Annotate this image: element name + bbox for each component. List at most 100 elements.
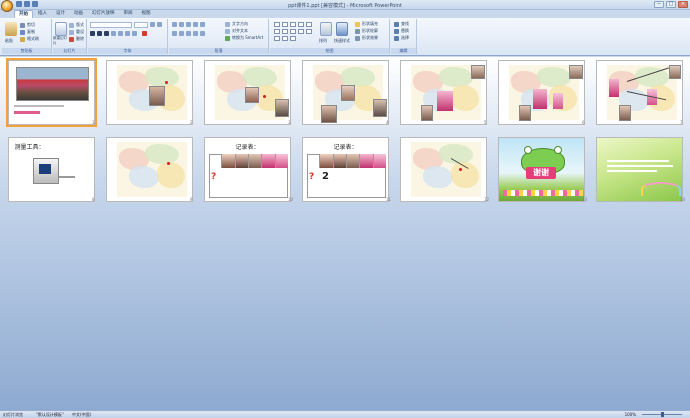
font-group: 字体: [88, 19, 168, 54]
paint-bucket-icon: [355, 21, 360, 27]
dancer-figure: [373, 154, 386, 168]
shape-gallery-item[interactable]: [298, 22, 304, 27]
find-button[interactable]: 查找: [394, 21, 409, 27]
slide-thumbnail[interactable]: [106, 137, 193, 202]
shrink-font-icon[interactable]: [157, 22, 162, 27]
italic-icon[interactable]: [97, 31, 102, 36]
slide-number: 14: [680, 197, 686, 202]
bullets-icon[interactable]: [172, 22, 177, 27]
slide-thumbnail[interactable]: [400, 60, 487, 125]
font-color-icon[interactable]: [142, 31, 147, 36]
close-button[interactable]: ×: [678, 1, 688, 8]
shape-effects-button[interactable]: 形状效果: [355, 35, 378, 41]
shape-outline-button[interactable]: 形状轮廓: [355, 28, 378, 34]
map-region: [129, 166, 159, 188]
justify-icon[interactable]: [193, 31, 198, 36]
align-left-icon[interactable]: [172, 31, 177, 36]
strikethrough-icon[interactable]: [111, 31, 116, 36]
bold-icon[interactable]: [90, 31, 95, 36]
slide-thumbnail[interactable]: 测量工具：: [8, 137, 95, 202]
maximize-button[interactable]: □: [666, 1, 676, 8]
slide-thumbnail[interactable]: [302, 60, 389, 125]
shape-gallery-item[interactable]: [282, 36, 288, 41]
columns-icon[interactable]: [200, 31, 205, 36]
decrease-indent-icon[interactable]: [186, 22, 191, 27]
zoom-level[interactable]: 100%: [625, 412, 636, 417]
shape-gallery-item[interactable]: [274, 22, 280, 27]
slide-thumbnail[interactable]: [596, 60, 683, 125]
underline-icon[interactable]: [104, 31, 109, 36]
person-photo: [471, 65, 485, 79]
slide-thumbnail[interactable]: [498, 60, 585, 125]
cut-button[interactable]: 剪切: [20, 22, 35, 28]
group-label-editing: 编辑: [391, 48, 416, 54]
align-right-icon[interactable]: [186, 31, 191, 36]
tab-design[interactable]: 设计: [52, 10, 69, 18]
reset-button[interactable]: 重设: [69, 29, 84, 35]
numbering-icon[interactable]: [179, 22, 184, 27]
shape-gallery-item[interactable]: [290, 22, 296, 27]
smartart-button[interactable]: 转换为 SmartArt: [225, 35, 263, 41]
tab-insert[interactable]: 插入: [34, 10, 51, 18]
font-name-dropdown[interactable]: [90, 22, 132, 28]
new-slide-button[interactable]: [55, 22, 67, 36]
shape-gallery-item[interactable]: [290, 29, 296, 34]
slide-sorter[interactable]: 1 2 3 4 5 6 7 测量工具： 8 9 记录表： ? 10 记录表： ?…: [0, 57, 690, 410]
map-region: [439, 67, 473, 87]
font-size-dropdown[interactable]: [134, 22, 148, 28]
shape-gallery-item[interactable]: [306, 22, 312, 27]
shadow-icon[interactable]: [118, 31, 123, 36]
tab-slideshow[interactable]: 幻灯片放映: [88, 10, 119, 18]
text-direction-button[interactable]: 文字方向: [225, 21, 248, 27]
delete-slide-button[interactable]: 删除: [69, 36, 84, 42]
shape-fill-button[interactable]: 形状填充: [355, 21, 378, 27]
align-text-button[interactable]: 对齐文本: [225, 28, 248, 34]
editing-group: 查找 替换 选择 编辑: [391, 19, 417, 54]
slide-thumbnail[interactable]: [6, 58, 97, 127]
minimize-button[interactable]: −: [654, 1, 664, 8]
shape-gallery-item[interactable]: [298, 29, 304, 34]
window-controls: − □ ×: [654, 1, 688, 8]
shape-gallery-item[interactable]: [274, 29, 280, 34]
slide-thumbnail[interactable]: 谢谢: [498, 137, 585, 202]
slide-thumbnail[interactable]: [596, 137, 683, 202]
person-photo: [235, 154, 249, 168]
dancer-figure: [533, 89, 547, 109]
tab-view[interactable]: 视图: [138, 10, 155, 18]
slide-thumbnail[interactable]: 记录表： ?: [204, 137, 291, 202]
paste-label: 粘贴: [5, 38, 13, 43]
change-case-icon[interactable]: [132, 31, 137, 36]
quick-styles-button[interactable]: [336, 22, 348, 36]
tab-animations[interactable]: 动画: [70, 10, 87, 18]
grow-font-icon[interactable]: [150, 22, 155, 27]
align-center-icon[interactable]: [179, 31, 184, 36]
tab-review[interactable]: 审阅: [120, 10, 137, 18]
shape-gallery-item[interactable]: [282, 22, 288, 27]
shape-gallery-item[interactable]: [282, 29, 288, 34]
group-label-paragraph: 段落: [169, 48, 268, 54]
slide-title: 记录表：: [333, 144, 358, 151]
tab-home[interactable]: 开始: [14, 10, 33, 18]
office-button[interactable]: [1, 0, 13, 12]
arrange-button[interactable]: [320, 22, 332, 36]
char-spacing-icon[interactable]: [125, 31, 130, 36]
copy-button[interactable]: 复制: [20, 29, 35, 35]
slide-thumbnail[interactable]: 记录表： ? 2: [302, 137, 389, 202]
slide-thumbnail[interactable]: [106, 60, 193, 125]
replace-button[interactable]: 替换: [394, 28, 409, 34]
zoom-slider-thumb[interactable]: [661, 412, 664, 417]
slide-thumbnail[interactable]: [400, 137, 487, 202]
shape-gallery-item[interactable]: [274, 36, 280, 41]
select-button[interactable]: 选择: [394, 35, 409, 41]
increase-indent-icon[interactable]: [193, 22, 198, 27]
format-painter-button[interactable]: 格式刷: [20, 36, 39, 42]
shape-gallery-item[interactable]: [306, 29, 312, 34]
slide-thumbnail[interactable]: [204, 60, 291, 125]
layout-button[interactable]: 版式: [69, 22, 84, 28]
line-spacing-icon[interactable]: [200, 22, 205, 27]
caption-line: [14, 105, 64, 107]
group-label-drawing: 绘图: [270, 48, 389, 54]
shape-gallery-item[interactable]: [290, 36, 296, 41]
paste-button[interactable]: [5, 22, 17, 36]
clipboard-group: 粘贴 剪切 复制 格式刷 剪贴板: [2, 19, 52, 54]
